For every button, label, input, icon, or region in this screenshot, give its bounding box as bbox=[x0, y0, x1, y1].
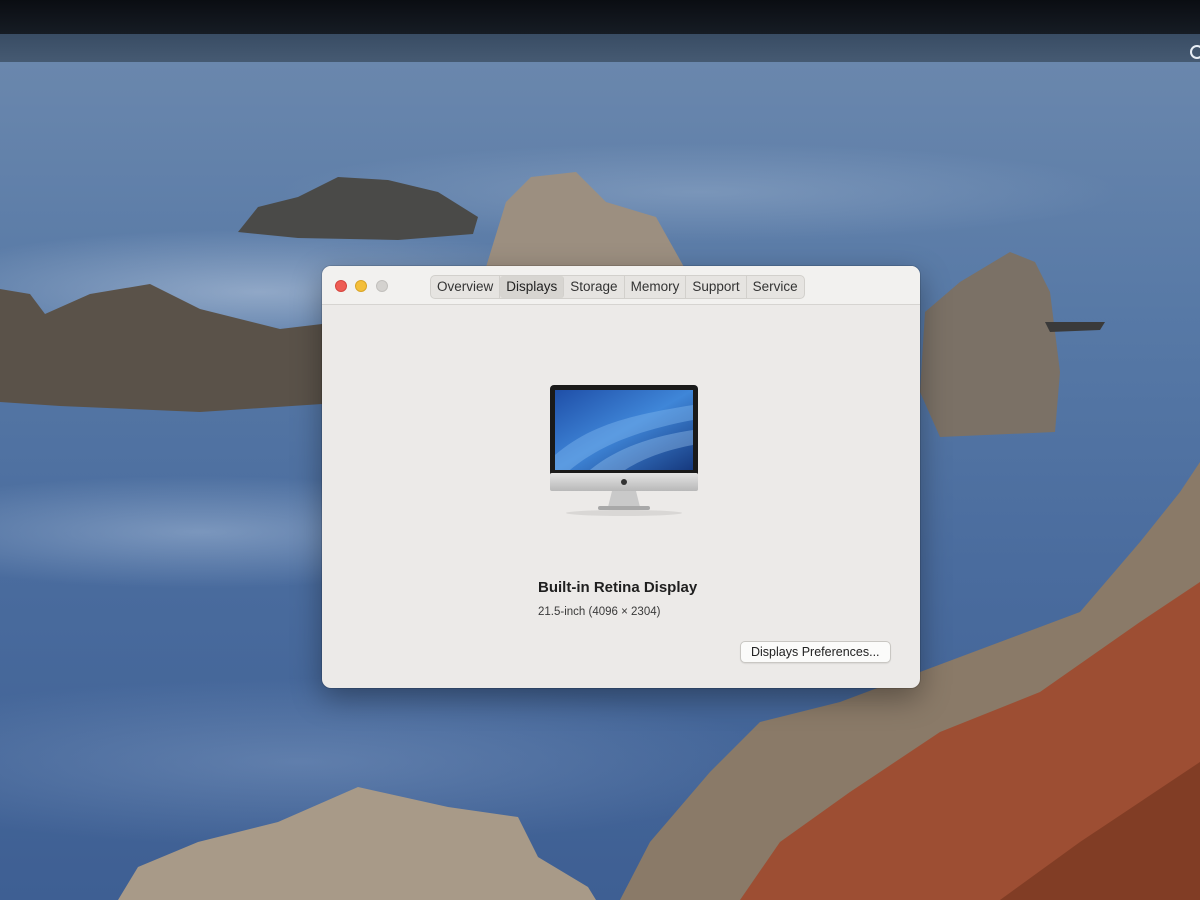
display-name: Built-in Retina Display bbox=[538, 579, 698, 596]
tab-bar: Overview Displays Storage Memory Support… bbox=[430, 275, 805, 299]
zoom-button bbox=[376, 280, 388, 292]
tab-displays[interactable]: Displays bbox=[500, 276, 565, 298]
displays-pane: Built-in Retina Display 21.5-inch (4096 … bbox=[322, 305, 920, 688]
wallpaper-rock bbox=[486, 172, 686, 272]
menu-bar bbox=[0, 34, 1200, 62]
wallpaper-rock bbox=[238, 172, 483, 242]
about-this-mac-window: Overview Displays Storage Memory Support… bbox=[322, 266, 920, 688]
control-center-icon[interactable] bbox=[1190, 45, 1200, 59]
window-titlebar: Overview Displays Storage Memory Support… bbox=[322, 266, 920, 305]
wallpaper-rock bbox=[0, 284, 325, 414]
tab-storage[interactable]: Storage bbox=[564, 276, 625, 298]
display-spec: 21.5-inch (4096 × 2304) bbox=[538, 606, 661, 618]
close-button[interactable] bbox=[335, 280, 347, 292]
wallpaper-rock bbox=[118, 787, 598, 900]
tab-support[interactable]: Support bbox=[686, 276, 747, 298]
imac-icon bbox=[550, 385, 698, 517]
monitor-bezel bbox=[0, 0, 1200, 34]
wallpaper-rock bbox=[920, 252, 1110, 442]
displays-preferences-button[interactable]: Displays Preferences... bbox=[740, 641, 891, 663]
minimize-button[interactable] bbox=[355, 280, 367, 292]
tab-overview[interactable]: Overview bbox=[431, 276, 501, 298]
tab-service[interactable]: Service bbox=[747, 276, 804, 298]
tab-memory[interactable]: Memory bbox=[625, 276, 687, 298]
